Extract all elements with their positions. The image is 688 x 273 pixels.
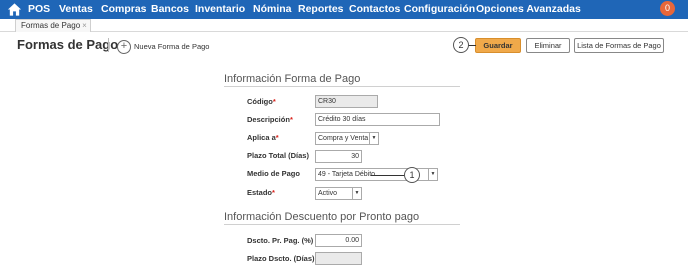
callout-pointer-1	[371, 175, 405, 176]
new-payment-method-button[interactable]: + Nueva Forma de Pago	[117, 38, 210, 54]
section-payment-info-rule	[224, 86, 460, 87]
top-navbar: POS Ventas Compras Bancos Inventario Nóm…	[0, 0, 688, 19]
chevron-down-icon[interactable]: ▼	[369, 132, 379, 145]
home-icon[interactable]	[7, 2, 22, 17]
save-button[interactable]: Guardar	[475, 38, 521, 53]
nav-ventas[interactable]: Ventas	[59, 3, 93, 15]
aplica-label: Aplica a*	[247, 133, 279, 142]
close-icon[interactable]: ×	[82, 21, 87, 30]
delete-button[interactable]: Eliminar	[526, 38, 570, 53]
plazo-dscto-label: Plazo Dscto. (Días)	[247, 254, 315, 263]
descripcion-field[interactable]: Crédito 30 días	[315, 113, 440, 126]
nav-inventario[interactable]: Inventario	[195, 3, 245, 15]
plazo-total-field[interactable]: 30	[315, 150, 362, 163]
section-discount-title: Información Descuento por Pronto pago	[224, 211, 420, 223]
dscto-field[interactable]: 0.00	[315, 234, 362, 247]
page-title: Formas de Pago	[17, 37, 119, 52]
tab-formas-de-pago[interactable]: Formas de Pago ×	[15, 19, 91, 32]
nav-compras[interactable]: Compras	[101, 3, 147, 15]
new-payment-method-label: Nueva Forma de Pago	[134, 42, 210, 52]
tab-strip: Formas de Pago ×	[0, 19, 688, 32]
nav-opciones-avanzadas[interactable]: Opciones Avanzadas	[476, 3, 581, 15]
callout-1: 1	[404, 167, 420, 183]
nav-reportes[interactable]: Reportes	[298, 3, 344, 15]
codigo-label: Código*	[247, 97, 276, 106]
section-payment-info-title: Información Forma de Pago	[224, 73, 361, 85]
section-discount-rule	[224, 224, 460, 225]
tab-label: Formas de Pago	[21, 21, 81, 30]
descripcion-label: Descripción*	[247, 115, 293, 124]
estado-label: Estado*	[247, 188, 275, 197]
nav-configuracion[interactable]: Configuración	[404, 3, 475, 15]
estado-select[interactable]: Activo	[315, 187, 354, 200]
chevron-down-icon[interactable]: ▼	[428, 168, 438, 181]
notification-badge[interactable]: 0	[660, 1, 675, 16]
callout-2: 2	[453, 37, 469, 53]
nav-pos[interactable]: POS	[28, 3, 50, 15]
plus-circle-icon: +	[117, 39, 131, 54]
payment-methods-list-button[interactable]: Lista de Formas de Pago	[574, 38, 664, 53]
medio-pago-label: Medio de Pago	[247, 169, 300, 178]
nav-nomina[interactable]: Nómina	[253, 3, 292, 15]
codigo-field[interactable]: CR30	[315, 95, 378, 108]
nav-contactos[interactable]: Contactos	[349, 3, 400, 15]
aplica-select[interactable]: Compra y Venta	[315, 132, 371, 145]
plazo-dscto-field[interactable]	[315, 252, 362, 265]
chevron-down-icon[interactable]: ▼	[352, 187, 362, 200]
nav-bancos[interactable]: Bancos	[151, 3, 189, 15]
title-divider	[108, 38, 109, 52]
plazo-total-label: Plazo Total (Días)	[247, 151, 309, 160]
dscto-label: Dscto. Pr. Pag. (%)	[247, 236, 314, 245]
